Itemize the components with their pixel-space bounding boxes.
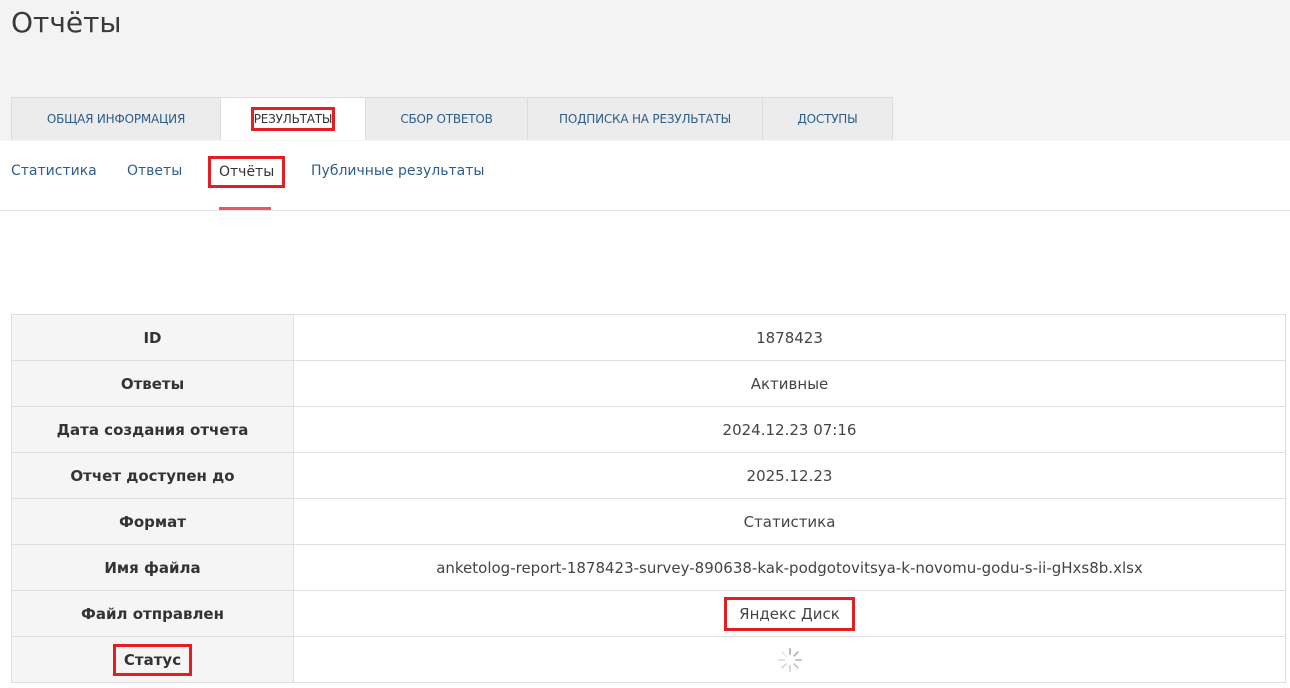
table-row: Отчет доступен до 2025.12.23 — [11, 452, 1286, 499]
subtab-answers[interactable]: Ответы — [127, 163, 182, 179]
row-key: Статус — [11, 636, 294, 683]
table-row: Имя файла anketolog-report-1878423-surve… — [11, 544, 1286, 591]
row-value: Яндекс Диск — [293, 590, 1286, 637]
row-key: Дата создания отчета — [11, 406, 294, 453]
row-value: 2024.12.23 07:16 — [293, 406, 1286, 453]
tab-general-info[interactable]: ОБЩАЯ ИНФОРМАЦИЯ — [11, 97, 221, 140]
subtab-reports[interactable]: Отчёты — [208, 156, 286, 188]
header-area: Отчёты ОБЩАЯ ИНФОРМАЦИЯ РЕЗУЛЬТАТЫ СБОР … — [0, 0, 1290, 141]
row-value: 2025.12.23 — [293, 452, 1286, 499]
tab-label: ОБЩАЯ ИНФОРМАЦИЯ — [46, 112, 186, 126]
active-tab-underline — [219, 207, 271, 210]
table-row: Формат Статистика — [11, 498, 1286, 545]
row-key: Файл отправлен — [11, 590, 294, 637]
main-tabs: ОБЩАЯ ИНФОРМАЦИЯ РЕЗУЛЬТАТЫ СБОР ОТВЕТОВ… — [11, 97, 893, 141]
row-value: Статистика — [293, 498, 1286, 545]
table-row: Ответы Активные — [11, 360, 1286, 407]
tab-label: РЕЗУЛЬТАТЫ — [250, 107, 336, 131]
loading-spinner-icon — [777, 647, 802, 672]
row-value: 1878423 — [293, 314, 1286, 361]
page-title: Отчёты — [11, 6, 122, 39]
tab-label: ДОСТУПЫ — [797, 112, 858, 126]
table-row: ID 1878423 — [11, 314, 1286, 361]
row-value: Активные — [293, 360, 1286, 407]
subtab-statistics[interactable]: Статистика — [11, 163, 97, 179]
row-key: Отчет доступен до — [11, 452, 294, 499]
row-key: Формат — [11, 498, 294, 545]
row-key: Ответы — [11, 360, 294, 407]
tab-results[interactable]: РЕЗУЛЬТАТЫ — [220, 97, 366, 140]
tab-label: ПОДПИСКА НА РЕЗУЛЬТАТЫ — [559, 112, 731, 126]
file-name-value: anketolog-report-1878423-survey-890638-k… — [293, 544, 1286, 591]
row-key: ID — [11, 314, 294, 361]
status-label: Статус — [112, 643, 193, 676]
subtab-public-results[interactable]: Публичные результаты — [311, 163, 484, 179]
tab-results-subscription[interactable]: ПОДПИСКА НА РЕЗУЛЬТАТЫ — [527, 97, 763, 140]
tab-label: СБОР ОТВЕТОВ — [400, 112, 493, 126]
tab-response-collection[interactable]: СБОР ОТВЕТОВ — [365, 97, 528, 140]
subtab-label: Отчёты — [208, 156, 286, 188]
tab-access[interactable]: ДОСТУПЫ — [762, 97, 893, 140]
row-value — [293, 636, 1286, 683]
table-row: Файл отправлен Яндекс Диск — [11, 590, 1286, 637]
report-details-table: ID 1878423 Ответы Активные Дата создания… — [11, 314, 1286, 683]
table-row: Статус — [11, 636, 1286, 683]
file-destination-value: Яндекс Диск — [724, 596, 855, 631]
table-row: Дата создания отчета 2024.12.23 07:16 — [11, 406, 1286, 453]
row-key: Имя файла — [11, 544, 294, 591]
sub-tabs: Статистика Ответы Отчёты Публичные резул… — [0, 141, 1290, 211]
